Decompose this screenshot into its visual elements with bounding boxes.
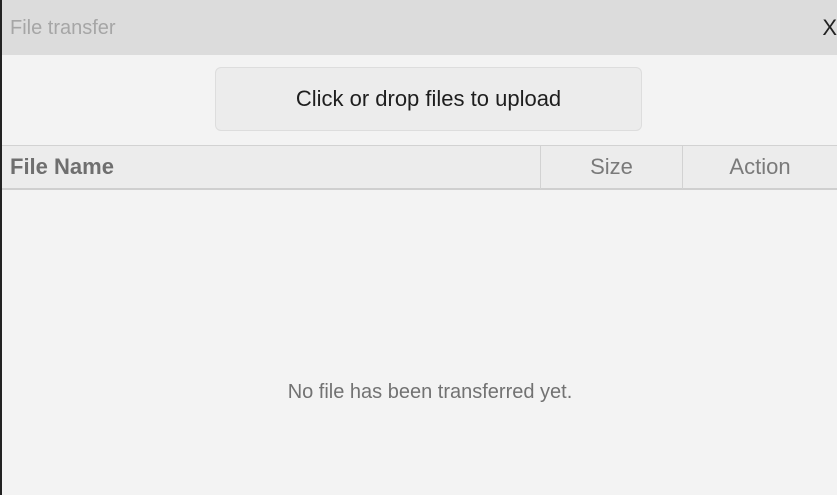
empty-state-message: No file has been transferred yet. — [287, 381, 573, 403]
upload-button[interactable]: Click or drop files to upload — [215, 67, 642, 131]
file-table-header: File Name Size Action — [2, 145, 837, 190]
file-transfer-window: File transfer X Click or drop files to u… — [0, 0, 837, 495]
column-header-file-name[interactable]: File Name — [2, 146, 540, 189]
title-bar: File transfer X — [2, 0, 837, 55]
column-header-size[interactable]: Size — [540, 146, 682, 189]
close-button[interactable]: X — [819, 14, 837, 42]
column-header-action: Action — [682, 146, 837, 189]
window-title: File transfer — [10, 17, 116, 39]
